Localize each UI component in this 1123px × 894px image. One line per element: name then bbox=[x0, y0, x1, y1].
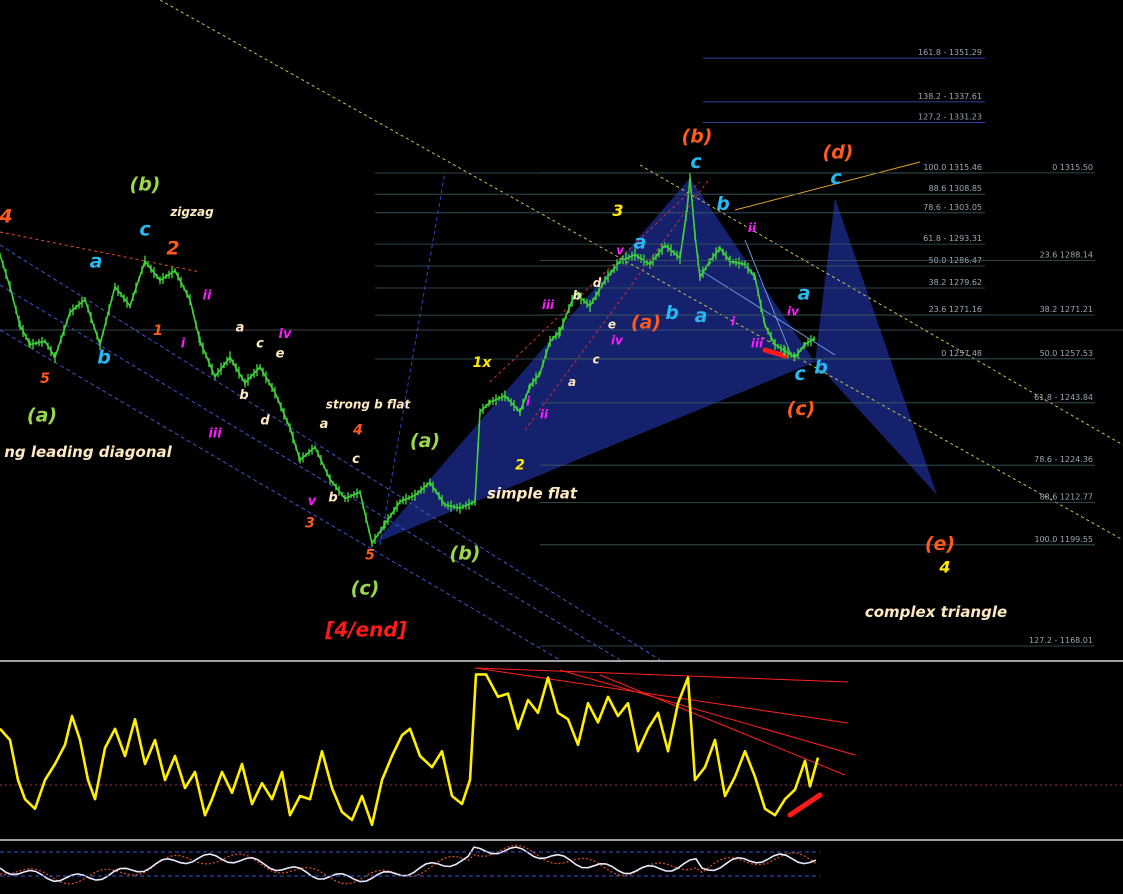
wave-label: iv bbox=[787, 305, 800, 319]
wave-label: a bbox=[90, 251, 103, 273]
fib-level-label: 100.0 1315.46 bbox=[923, 163, 982, 172]
wave-label: b bbox=[573, 289, 582, 303]
fib-ext-label: 61.8 - 1243.84 bbox=[1034, 393, 1093, 402]
wave-label: 4 bbox=[352, 422, 363, 438]
fib-level-label: 0 1257.48 bbox=[941, 349, 982, 358]
wave-label: (b) bbox=[130, 174, 161, 196]
wave-label: iii bbox=[542, 298, 555, 312]
wave-label: v bbox=[308, 494, 317, 509]
wave-label: zigzag bbox=[169, 205, 214, 219]
fib-ext-label: 78.6 - 1224.36 bbox=[1034, 455, 1093, 464]
wave-label: b bbox=[814, 356, 828, 378]
wave-label: c bbox=[592, 353, 599, 367]
wave-label: strong b flat bbox=[326, 398, 412, 412]
wave-label: a bbox=[634, 231, 647, 253]
wave-label: 1 bbox=[153, 323, 163, 339]
fib-level-label: 61.8 - 1293.31 bbox=[923, 234, 982, 243]
wave-label: e bbox=[276, 346, 285, 361]
wave-label: c bbox=[690, 151, 702, 173]
wave-label: d bbox=[593, 276, 602, 290]
fib-ext-label: 0 1315.50 bbox=[1052, 163, 1093, 172]
wave-label: 1x bbox=[473, 355, 493, 371]
wave-label: (d) bbox=[823, 141, 854, 163]
wave-label: a bbox=[568, 375, 576, 389]
wave-label: iii bbox=[208, 427, 222, 442]
fib-level-label: 78.6 - 1303.05 bbox=[923, 203, 982, 212]
wave-label: (a) bbox=[410, 430, 440, 452]
wave-label: [4/end] bbox=[324, 617, 407, 641]
wave-label: e bbox=[608, 318, 616, 332]
wave-label: simple flat bbox=[487, 485, 578, 503]
wave-label: a bbox=[236, 321, 245, 336]
wave-label: b bbox=[328, 491, 337, 506]
wave-label: a bbox=[798, 283, 811, 305]
wave-label: a bbox=[695, 305, 708, 327]
wave-label: c bbox=[794, 363, 806, 385]
elliott-wave-chart: 161.8 - 1351.29 138.2 - 1337.61 127.2 - 13… bbox=[0, 0, 1123, 894]
wave-label: 2 bbox=[166, 238, 179, 260]
fib-ext-label: 38.2 1271.21 bbox=[1040, 305, 1093, 314]
wave-label: a bbox=[320, 417, 329, 432]
fib-level-label: 23.6 1271.16 bbox=[929, 305, 982, 314]
wave-label: 5 bbox=[365, 547, 375, 563]
wave-label: b bbox=[665, 302, 679, 324]
wave-label: 4 bbox=[0, 206, 13, 228]
fib-level-label: 127.2 - 1331.23 bbox=[918, 112, 982, 121]
wave-label: ii bbox=[748, 221, 757, 235]
wave-label: (b) bbox=[450, 542, 481, 564]
wave-label: complex triangle bbox=[865, 603, 1007, 621]
wave-label: d bbox=[260, 414, 270, 429]
wave-label: b bbox=[97, 347, 111, 369]
wave-label: (c) bbox=[351, 578, 380, 600]
wave-label: (e) bbox=[925, 533, 955, 555]
fib-level-label: 38.2 1279.62 bbox=[929, 278, 982, 287]
wave-label: (a) bbox=[27, 405, 57, 427]
wave-label: 3 bbox=[612, 201, 623, 220]
wave-label: b bbox=[239, 388, 248, 403]
wave-label: c bbox=[139, 218, 151, 240]
wave-label: 5 bbox=[40, 371, 50, 387]
fib-ext-label: 88.6 1212.77 bbox=[1040, 492, 1093, 501]
wave-label: v bbox=[616, 244, 625, 258]
wave-label: c bbox=[256, 337, 264, 352]
wave-label: (a) bbox=[631, 312, 661, 334]
fib-level-label: 138.2 - 1337.61 bbox=[918, 92, 982, 101]
wave-label: iii bbox=[751, 337, 764, 351]
wave-label: ng leading diagonal bbox=[4, 443, 172, 461]
wave-label: b bbox=[716, 193, 730, 215]
wave-label: (c) bbox=[787, 398, 816, 420]
fib-ext-label: 127.2 - 1168.01 bbox=[1029, 636, 1093, 645]
wave-label: iv bbox=[279, 327, 292, 342]
wave-label: ii bbox=[540, 407, 549, 421]
wave-label: c bbox=[830, 167, 842, 189]
fib-ext-label: 23.6 1288.14 bbox=[1040, 251, 1093, 260]
fib-ext-label: 100.0 1199.55 bbox=[1034, 535, 1093, 544]
fib-ext-label: 50.0 1257.53 bbox=[1040, 349, 1093, 358]
wave-label: (b) bbox=[682, 125, 713, 147]
wave-label: c bbox=[352, 452, 360, 467]
wave-label: i bbox=[181, 337, 186, 352]
wave-label: 4 bbox=[938, 557, 950, 576]
wave-label: ii bbox=[203, 289, 212, 304]
wave-label: 3 bbox=[305, 515, 315, 531]
fib-level-label: 161.8 - 1351.29 bbox=[918, 48, 982, 57]
fib-level-label: 88.6 1308.85 bbox=[929, 184, 982, 193]
wave-label: 2 bbox=[515, 458, 525, 474]
wave-label: iv bbox=[611, 334, 624, 348]
